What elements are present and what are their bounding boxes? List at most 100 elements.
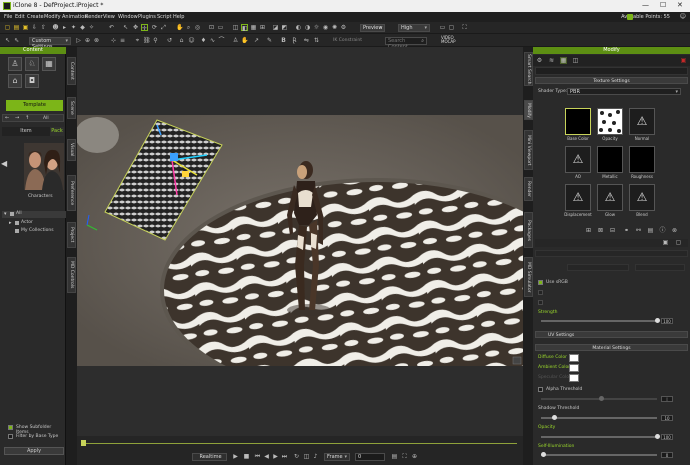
- world-icon[interactable]: ⊕: [84, 37, 91, 44]
- material-list[interactable]: [535, 67, 688, 75]
- shader-type-select[interactable]: PBR ▾: [567, 88, 681, 95]
- frame-input[interactable]: 0: [355, 453, 385, 461]
- menu-create[interactable]: Create: [27, 14, 44, 20]
- light-icon[interactable]: ✦: [70, 24, 77, 31]
- key-icon[interactable]: ⌂: [178, 37, 185, 44]
- particle-icon[interactable]: ✧: [88, 24, 95, 31]
- tab-visual[interactable]: Visual: [67, 139, 76, 161]
- tab-render[interactable]: Render: [524, 177, 533, 201]
- menu-render[interactable]: Render: [85, 14, 103, 20]
- play-icon[interactable]: ▶: [232, 453, 239, 460]
- minimize-button[interactable]: —: [642, 1, 649, 9]
- move-icon[interactable]: ✥: [132, 24, 139, 31]
- text-icon[interactable]: Ɽ: [291, 37, 298, 44]
- motion-icon[interactable]: ♦: [200, 37, 207, 44]
- character-icon[interactable]: ☻: [52, 24, 59, 31]
- edit-icon[interactable]: ✎: [266, 37, 273, 44]
- shadow-value[interactable]: 10: [661, 415, 673, 421]
- template-tab[interactable]: Template: [6, 100, 63, 111]
- menu-plugins[interactable]: Plugins: [138, 14, 156, 20]
- motion-icon[interactable]: ≋: [548, 57, 555, 64]
- tree-item-collections[interactable]: My Collections: [2, 228, 66, 235]
- diffuse-swatch[interactable]: [569, 354, 579, 362]
- search-content-input[interactable]: Search Content⌕: [385, 37, 427, 50]
- tab-preference[interactable]: Preference: [67, 175, 76, 211]
- filter-base-checkbox[interactable]: [8, 434, 13, 439]
- alpha-value[interactable]: 0: [661, 396, 673, 402]
- info-icon[interactable]: ⓘ: [659, 227, 666, 234]
- curve-icon[interactable]: ⌒: [218, 37, 225, 44]
- tree-item-actor[interactable]: ▸ Actor: [2, 220, 66, 227]
- base-color-slot[interactable]: [565, 108, 591, 135]
- zoom-in-icon[interactable]: ⊕: [411, 453, 418, 460]
- strength-slider[interactable]: [541, 318, 660, 323]
- align-icon[interactable]: ≡: [119, 37, 126, 44]
- wireframe-icon[interactable]: ▦: [250, 24, 257, 31]
- tab-scene[interactable]: Scene: [67, 97, 76, 119]
- fullscreen-icon[interactable]: ⛶: [461, 24, 468, 31]
- tree-item-all[interactable]: ▾ All: [2, 211, 66, 218]
- path-icon[interactable]: ∿: [209, 37, 216, 44]
- roughness-slot[interactable]: [629, 146, 655, 173]
- shadow-icon[interactable]: ◩: [281, 24, 288, 31]
- tab-project[interactable]: Project: [67, 222, 76, 248]
- set-category-icon[interactable]: ⌂: [8, 74, 22, 88]
- preview-combo[interactable]: Preview ▾: [360, 24, 385, 32]
- ambient-swatch[interactable]: [569, 364, 579, 372]
- timeline-track[interactable]: [85, 443, 517, 444]
- frame-icon[interactable]: ▭: [217, 24, 224, 31]
- up-icon[interactable]: ↑: [25, 115, 29, 121]
- face-icon[interactable]: ☺: [188, 37, 195, 44]
- opacity-slot[interactable]: [597, 108, 623, 135]
- reach-icon[interactable]: ↗: [253, 37, 260, 44]
- stage-category-icon[interactable]: ▦: [42, 57, 56, 71]
- tab-smart-search[interactable]: Smart Search: [524, 52, 533, 86]
- custom-settings-combo[interactable]: Custom Settings▾: [29, 37, 71, 50]
- pointer-icon[interactable]: ⇖: [13, 37, 20, 44]
- back-icon[interactable]: ←: [5, 115, 9, 121]
- rotate-icon[interactable]: ⟳: [151, 24, 158, 31]
- pan-icon[interactable]: ✋: [176, 24, 183, 31]
- prop-icon[interactable]: ◆: [79, 24, 86, 31]
- strength-value[interactable]: 100: [661, 318, 673, 324]
- ik-constraint-label[interactable]: IK Constraint: [333, 38, 362, 43]
- cursor-icon[interactable]: ↖: [4, 37, 11, 44]
- displacement-warning-icon[interactable]: ⚠: [565, 184, 591, 211]
- tab-mini-viewport[interactable]: Mini Viewport: [524, 130, 533, 170]
- reload-icon[interactable]: ▣: [662, 239, 669, 246]
- menu-script[interactable]: Script: [157, 14, 172, 20]
- attribute-icon[interactable]: ◫: [572, 57, 579, 64]
- uv-settings-header[interactable]: UV Settings: [535, 331, 688, 338]
- scale-icon[interactable]: ⤢: [160, 24, 167, 31]
- alpha-threshold-checkbox[interactable]: [538, 387, 543, 392]
- link-icon[interactable]: ⛓: [143, 37, 151, 44]
- edit-texture-icon[interactable]: ⊠: [597, 227, 604, 234]
- move-active-icon[interactable]: ✛: [141, 24, 148, 32]
- snap-icon[interactable]: ⊹: [110, 37, 117, 44]
- flip-icon[interactable]: ⇅: [313, 37, 320, 44]
- use-srgb-checkbox[interactable]: [538, 280, 543, 285]
- opacity-value[interactable]: 100: [661, 434, 673, 440]
- view-icon[interactable]: ◫: [232, 24, 239, 31]
- tab-md-controls[interactable]: MD Controls: [67, 257, 76, 293]
- bloom-icon[interactable]: ☼: [313, 24, 320, 31]
- save-icon[interactable]: ▣: [22, 24, 29, 31]
- step-forward-icon[interactable]: ▶: [272, 453, 279, 460]
- settings-icon[interactable]: ⚙: [340, 24, 347, 31]
- 3d-viewport[interactable]: [77, 115, 523, 366]
- clear-icon[interactable]: ▢: [675, 239, 682, 246]
- invert-checkbox[interactable]: [538, 290, 543, 295]
- playhead[interactable]: [81, 440, 86, 446]
- menu-view[interactable]: View: [103, 14, 115, 20]
- hand-icon[interactable]: ✋: [241, 37, 248, 44]
- transform-icon[interactable]: ⚙: [536, 57, 543, 64]
- body-icon[interactable]: ♙: [232, 37, 239, 44]
- strength-knob[interactable]: [655, 318, 660, 323]
- breadcrumb-all[interactable]: All: [43, 116, 49, 121]
- alpha-slider[interactable]: [541, 396, 657, 401]
- record-icon[interactable]: ◫: [303, 453, 310, 460]
- open-folder-icon[interactable]: ▤: [647, 227, 654, 234]
- material-settings-header[interactable]: Material Settings: [535, 344, 688, 351]
- fx-icon[interactable]: ✺: [331, 24, 338, 31]
- camera-category-icon[interactable]: ◘: [25, 74, 39, 88]
